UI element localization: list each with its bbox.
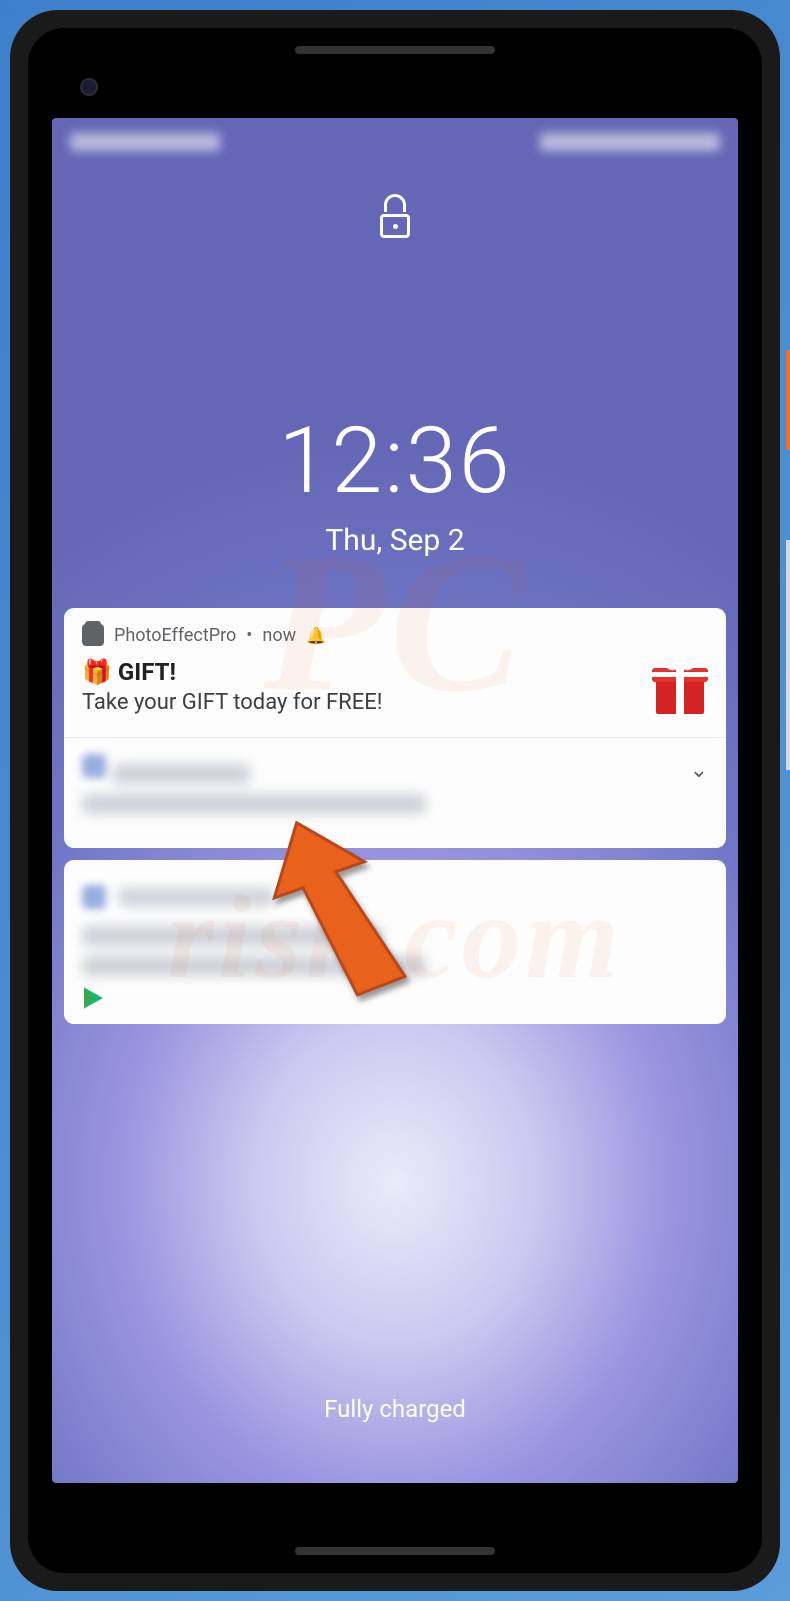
status-bar-left xyxy=(70,130,220,154)
notification-stack: PhotoEffectPro • now 🔔 🎁 GIFT! Take your… xyxy=(64,608,726,1024)
speaker-bottom xyxy=(295,1547,495,1555)
blurred-text xyxy=(82,956,426,976)
gift-emoji-icon: 🎁 xyxy=(82,658,112,686)
status-bar-right xyxy=(540,130,720,154)
blurred-app-icon xyxy=(82,885,106,909)
notification-title-row: 🎁 GIFT! xyxy=(82,658,638,686)
notification-time: now xyxy=(262,625,296,646)
play-store-icon xyxy=(82,986,106,1010)
blurred-text xyxy=(118,888,275,906)
notification-separator: • xyxy=(246,625,252,646)
speaker-top xyxy=(295,46,495,54)
lockscreen[interactable]: 12:36 Thu, Sep 2 PhotoEffectPro • now 🔔 xyxy=(52,118,738,1483)
charging-status: Fully charged xyxy=(52,1395,738,1423)
lock-indicator xyxy=(52,194,738,238)
lockscreen-date: Thu, Sep 2 xyxy=(52,523,738,558)
gift-box-icon xyxy=(652,658,708,714)
front-camera xyxy=(80,78,98,96)
volume-rocker xyxy=(786,540,790,770)
notification-body: 🎁 GIFT! Take your GIFT today for FREE! xyxy=(64,654,726,737)
lock-icon xyxy=(377,194,413,238)
app-icon xyxy=(82,624,104,646)
blurred-text xyxy=(82,926,382,946)
bell-icon: 🔔 xyxy=(306,626,326,645)
phone-bezel: 12:36 Thu, Sep 2 PhotoEffectPro • now 🔔 xyxy=(28,28,762,1573)
blurred-app-icon xyxy=(82,754,106,778)
chevron-down-icon[interactable]: ⌄ xyxy=(690,758,708,783)
notification-collapsed-item[interactable]: ⌄ xyxy=(64,737,726,848)
power-button xyxy=(786,350,790,450)
blurred-text xyxy=(82,794,426,814)
notification-title: GIFT! xyxy=(118,658,176,686)
notification-card-2[interactable] xyxy=(64,860,726,1024)
phone-frame: 12:36 Thu, Sep 2 PhotoEffectPro • now 🔔 xyxy=(10,10,780,1591)
notification-app-name: PhotoEffectPro xyxy=(114,625,236,646)
notification-header: PhotoEffectPro • now 🔔 xyxy=(64,608,726,654)
lockscreen-time: 12:36 xyxy=(52,408,738,515)
clock-area: 12:36 Thu, Sep 2 xyxy=(52,408,738,558)
blurred-text xyxy=(112,764,250,784)
status-bar xyxy=(52,118,738,166)
notification-message: Take your GIFT today for FREE! xyxy=(82,690,638,715)
notification-card-1[interactable]: PhotoEffectPro • now 🔔 🎁 GIFT! Take your… xyxy=(64,608,726,848)
